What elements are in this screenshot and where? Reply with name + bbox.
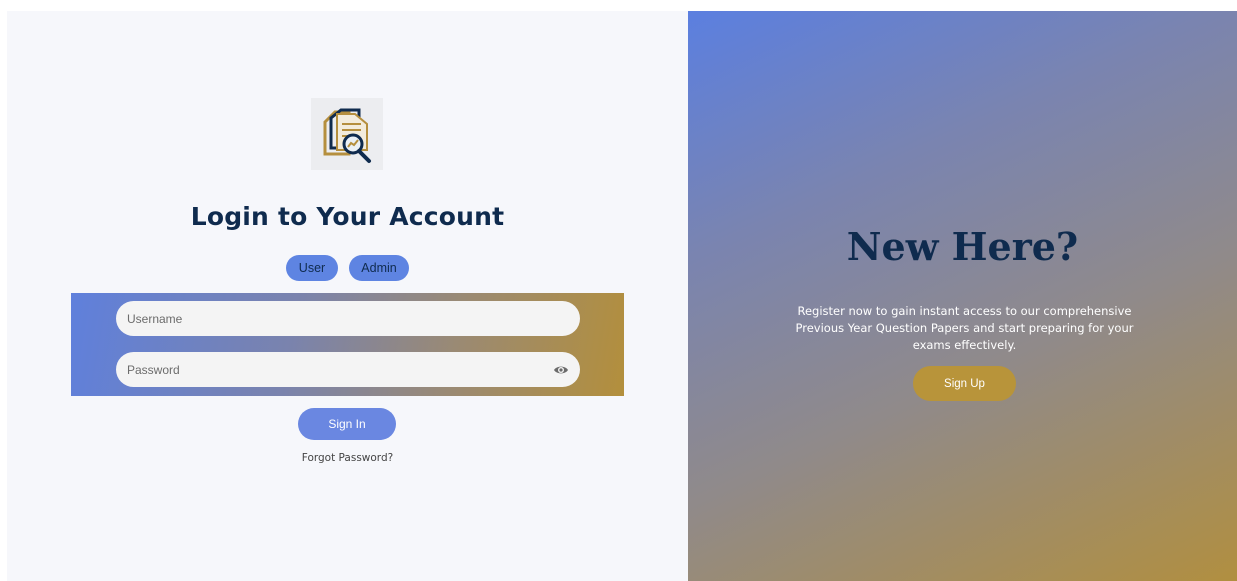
password-input[interactable] [116,352,580,387]
forgot-password-link[interactable]: Forgot Password? [7,452,688,464]
login-panel: Login to Your Account User Admin Sign In… [7,11,688,581]
username-input[interactable] [116,301,580,336]
login-form [71,293,624,396]
sign-up-button[interactable]: Sign Up [913,366,1016,401]
eye-icon[interactable] [553,362,569,378]
page-title: Login to Your Account [190,202,505,231]
user-role-button[interactable]: User [286,255,338,281]
sign-in-button[interactable]: Sign In [298,408,396,440]
register-title: New Here? [846,224,1079,269]
register-panel: New Here? Register now to gain instant a… [688,11,1237,581]
register-description: Register now to gain instant access to o… [795,304,1134,352]
document-search-logo-icon [311,98,383,170]
admin-role-button[interactable]: Admin [349,255,409,281]
